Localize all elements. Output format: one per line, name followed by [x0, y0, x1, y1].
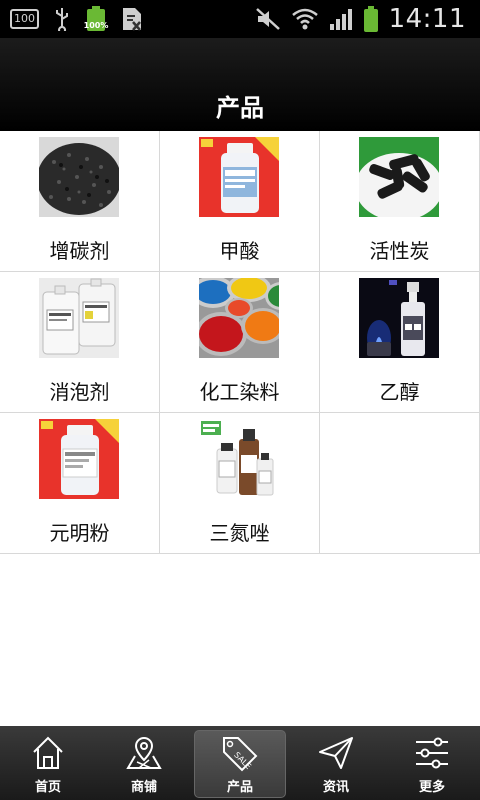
- nav-label: 首页: [34, 780, 61, 795]
- svg-text:SALE: SALE: [232, 750, 253, 771]
- product-item[interactable]: 元明粉: [0, 413, 160, 554]
- home-icon: [33, 736, 63, 769]
- bottom-nav: 首页 商铺 SALE 产品 资讯 更多: [0, 726, 480, 800]
- product-label: 增碳剂: [49, 239, 110, 263]
- product-thumbnail: [199, 419, 279, 499]
- nav-label: 产品: [226, 780, 253, 795]
- map-icon: [126, 736, 162, 769]
- nav-news[interactable]: 资讯: [288, 726, 384, 800]
- empty-cell: [320, 413, 480, 554]
- product-item[interactable]: 活性炭: [320, 131, 480, 272]
- sale-tag-icon: SALE: [223, 737, 258, 772]
- battery-icon: [363, 6, 378, 32]
- nav-label: 更多: [418, 780, 445, 795]
- product-thumbnail: [199, 278, 279, 358]
- battery-full-icon: 100%: [84, 6, 108, 32]
- product-item[interactable]: 增碳剂: [0, 131, 160, 272]
- nav-products[interactable]: SALE 产品: [192, 726, 288, 800]
- product-label: 乙醇: [379, 380, 420, 404]
- product-thumbnail: [199, 137, 279, 217]
- page-title: 产品: [216, 94, 264, 122]
- product-item[interactable]: 消泡剂: [0, 272, 160, 413]
- usb-icon: [56, 8, 68, 31]
- product-thumbnail: [39, 137, 119, 217]
- product-thumbnail: [39, 419, 119, 499]
- product-label: 活性炭: [369, 239, 430, 263]
- paper-plane-icon: [319, 737, 353, 769]
- status-right: 14:11: [255, 4, 466, 34]
- product-label: 甲酸: [219, 239, 260, 263]
- status-bar: 100 100% 14:11: [0, 0, 480, 38]
- product-thumbnail: [39, 278, 119, 358]
- wifi-icon: [291, 8, 318, 30]
- product-label: 三氮唑: [209, 521, 270, 545]
- nav-label: 资讯: [322, 780, 349, 795]
- product-label: 消泡剂: [49, 380, 110, 404]
- title-bar: 产品: [0, 38, 480, 131]
- product-label: 元明粉: [49, 521, 110, 545]
- product-thumbnail: [359, 137, 439, 217]
- nav-shop[interactable]: 商铺: [96, 726, 192, 800]
- product-item[interactable]: 三氮唑: [160, 413, 320, 554]
- nav-home[interactable]: 首页: [0, 726, 96, 800]
- product-item[interactable]: 甲酸: [160, 131, 320, 272]
- product-item[interactable]: 乙醇: [320, 272, 480, 413]
- document-icon: [123, 8, 141, 31]
- product-thumbnail: [359, 278, 439, 358]
- product-label: 化工染料: [199, 380, 280, 404]
- mute-icon: [255, 8, 280, 30]
- signal-icon: [329, 9, 352, 30]
- nav-label: 商铺: [130, 780, 157, 795]
- clock: 14:11: [388, 4, 466, 34]
- nav-more[interactable]: 更多: [384, 726, 480, 800]
- storage-icon: 100: [10, 9, 39, 29]
- product-grid: 增碳剂 甲酸 活性炭 消泡剂 化工染料 乙醇 元明粉 三氮唑: [0, 131, 480, 554]
- product-item[interactable]: 化工染料: [160, 272, 320, 413]
- sliders-icon: [416, 737, 448, 769]
- status-left: 100 100%: [10, 6, 143, 32]
